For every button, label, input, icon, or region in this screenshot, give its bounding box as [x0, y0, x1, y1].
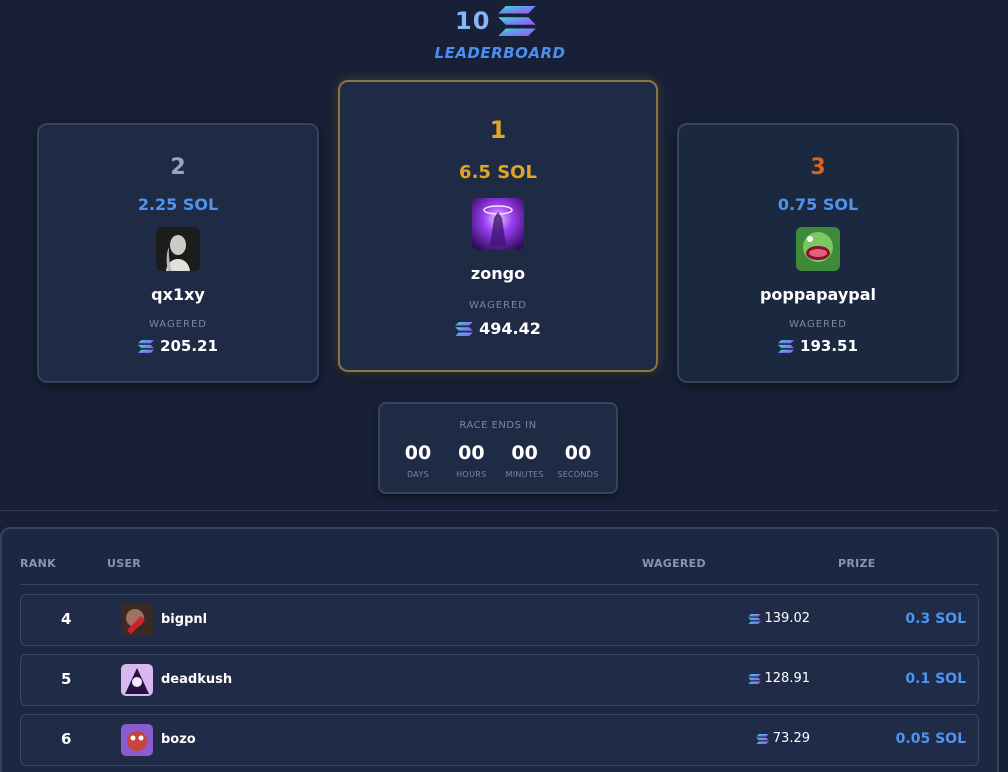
solana-logo-icon: [138, 340, 154, 353]
countdown-days: 00 DAYS: [392, 442, 444, 479]
solana-logo-icon: [455, 322, 473, 336]
seconds-value: 00: [564, 442, 592, 464]
row-wagered: 128.91: [748, 671, 811, 686]
wagered-amount: 193.51: [679, 337, 957, 355]
solana-logo-icon: [756, 734, 769, 744]
table-row: 4 bigpnl 139.02 0.3 SOL: [20, 594, 979, 646]
row-username: bozo: [161, 732, 196, 747]
wagered-value: 193.51: [800, 337, 858, 355]
avatar: [121, 724, 153, 756]
solana-logo-icon: [748, 614, 761, 624]
table-row: 5 deadkush 128.91 0.1 SOL: [20, 654, 979, 706]
wagered-value: 494.42: [479, 319, 541, 338]
avatar: [156, 227, 200, 271]
row-wagered-value: 139.02: [764, 611, 811, 626]
podium-card-third: 3 0.75 SOL poppapaypal WAGERED 193.51: [677, 123, 959, 383]
podium-card-second: 2 2.25 SOL qx1xy WAGERED 205.21: [37, 123, 319, 383]
prize-amount: 6.5 SOL: [459, 162, 537, 183]
row-username: bigpnl: [161, 612, 208, 627]
wagered-label: WAGERED: [788, 319, 848, 330]
prize-amount: 2.25 SOL: [137, 195, 219, 214]
column-header-wagered: WAGERED: [642, 557, 706, 570]
avatar: [796, 227, 840, 271]
countdown-minutes: 00 MINUTES: [499, 442, 551, 479]
countdown-hours: 00 HOURS: [445, 442, 497, 479]
hours-label: HOURS: [456, 470, 487, 479]
race-countdown: RACE ENDS IN 00 DAYS 00 HOURS 00 MINUTES…: [378, 402, 618, 494]
table-header: RANK USER WAGERED PRIZE: [20, 555, 978, 585]
solana-logo-icon: [778, 340, 794, 353]
row-username: deadkush: [161, 672, 233, 687]
row-wagered-value: 128.91: [764, 671, 811, 686]
column-header-rank: RANK: [20, 557, 56, 570]
avatar: [121, 604, 153, 636]
rank-number: 2: [170, 155, 186, 180]
wagered-amount: 205.21: [39, 337, 317, 355]
solana-logo-icon: [748, 674, 761, 684]
row-rank: 5: [61, 670, 72, 688]
username: qx1xy: [151, 285, 205, 304]
prize-pool: 10: [455, 4, 555, 38]
wagered-label: WAGERED: [148, 319, 208, 330]
row-prize: 0.1 SOL: [905, 671, 966, 687]
days-label: DAYS: [406, 470, 430, 479]
wagered-amount: 494.42: [340, 319, 656, 338]
avatar: [472, 198, 524, 250]
row-rank: 4: [61, 610, 72, 628]
podium-card-first: 1 6.5 SOL zongo WAGERED 494.42: [338, 80, 658, 372]
row-wagered-value: 73.29: [772, 731, 810, 746]
countdown-seconds: 00 SECONDS: [552, 442, 604, 479]
section-divider: [0, 510, 998, 511]
prize-amount: 0.75 SOL: [777, 195, 859, 214]
row-prize: 0.3 SOL: [905, 611, 966, 627]
leaderboard-header: 10 LEADERBOARD: [0, 0, 1008, 70]
rank-number: 1: [489, 116, 507, 144]
wagered-value: 205.21: [160, 337, 218, 355]
days-value: 00: [404, 442, 432, 464]
leaderboard-table: RANK USER WAGERED PRIZE 4 bigpnl 139.02 …: [0, 527, 999, 772]
wagered-label: WAGERED: [468, 300, 528, 311]
row-rank: 6: [61, 730, 72, 748]
minutes-label: MINUTES: [505, 470, 544, 479]
row-prize: 0.05 SOL: [895, 731, 966, 747]
column-header-prize: PRIZE: [838, 557, 876, 570]
rank-number: 3: [810, 155, 826, 180]
column-header-user: USER: [107, 557, 142, 570]
prize-pool-amount: 10: [455, 7, 491, 35]
solana-logo-icon: [498, 6, 536, 36]
avatar: [121, 664, 153, 696]
countdown-label: RACE ENDS IN: [459, 420, 537, 431]
seconds-label: SECONDS: [557, 470, 599, 479]
minutes-value: 00: [511, 442, 538, 464]
table-row: 6 bozo 73.29 0.05 SOL: [20, 714, 979, 766]
row-wagered: 139.02: [748, 611, 811, 626]
hours-value: 00: [458, 442, 485, 464]
username: poppapaypal: [759, 285, 877, 304]
username: zongo: [470, 264, 526, 283]
row-wagered: 73.29: [756, 731, 810, 746]
page-title: LEADERBOARD: [434, 44, 566, 62]
